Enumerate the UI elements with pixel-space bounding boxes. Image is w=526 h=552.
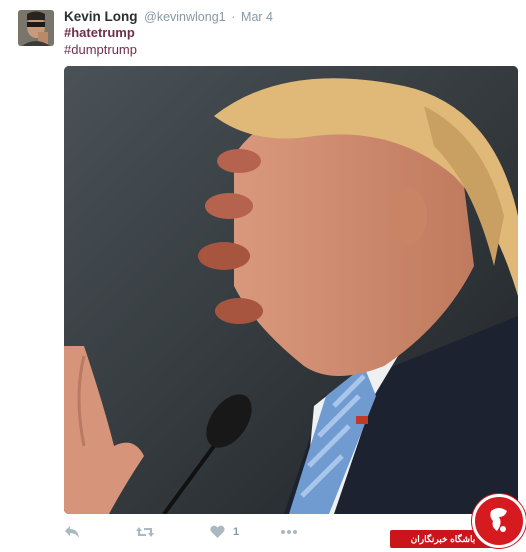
avatar[interactable] (18, 10, 54, 46)
retweet-button[interactable] (136, 522, 154, 542)
more-button[interactable] (280, 522, 298, 542)
like-count: 1 (233, 526, 240, 538)
hashtag-hatetrump[interactable]: #hatetrump (64, 25, 135, 40)
heart-icon (210, 525, 225, 538)
retweet-icon (136, 527, 154, 537)
reply-icon (65, 526, 79, 538)
tweet-photo[interactable] (64, 66, 518, 514)
hashtag-dumptrump[interactable]: #dumptrump (64, 42, 137, 57)
reply-button[interactable] (64, 522, 80, 542)
tweet-header: Kevin Long @kevinwlong1 · Mar 4 (64, 9, 273, 24)
author-handle[interactable]: @kevinwlong1 (144, 10, 225, 24)
tweet-date[interactable]: Mar 4 (241, 10, 273, 24)
like-button[interactable]: 1 (210, 522, 239, 542)
watermark-logo-icon (472, 494, 526, 548)
more-icon (281, 530, 297, 534)
separator-dot: · (231, 10, 236, 24)
watermark: باشگاه خبرنگاران (390, 488, 526, 552)
author-name[interactable]: Kevin Long (64, 9, 138, 24)
